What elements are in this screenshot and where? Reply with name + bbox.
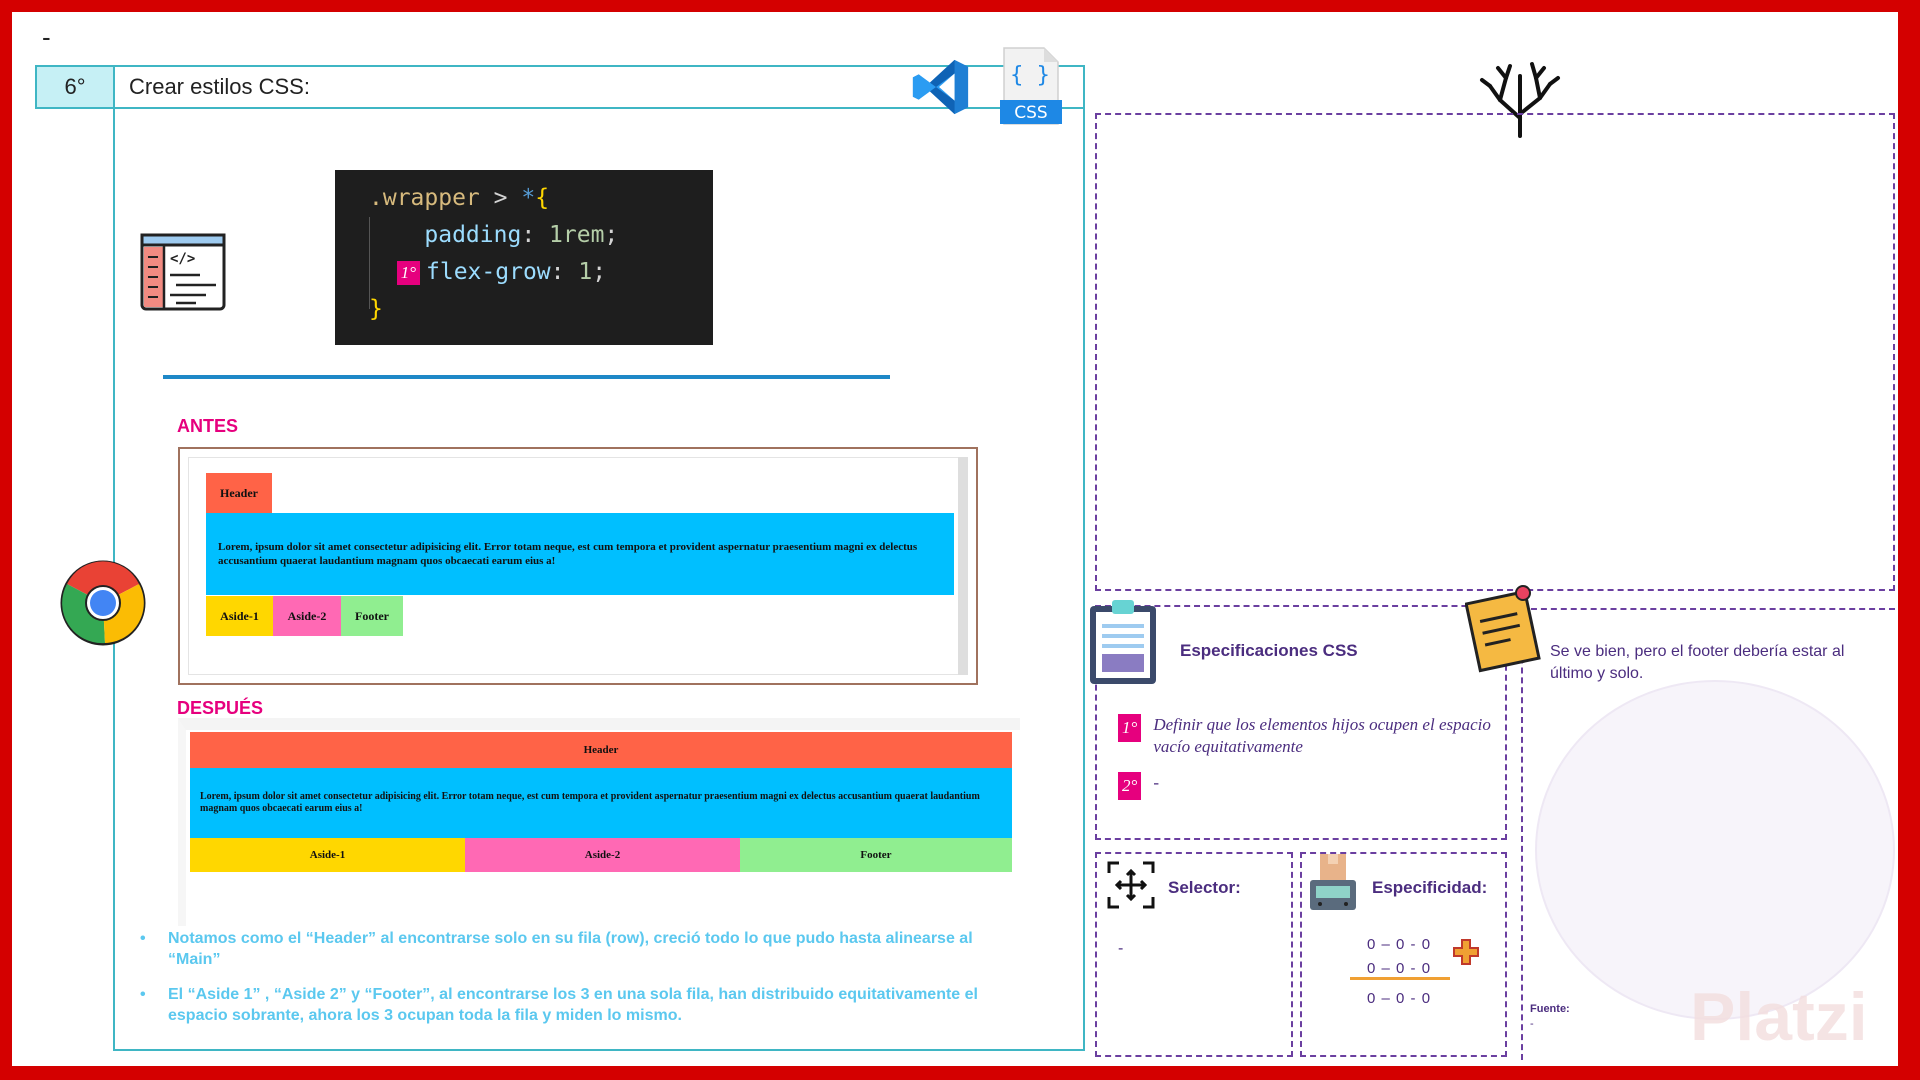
despues-label: DESPUÉS	[177, 698, 264, 718]
code-snippet: .wrapper > *{ padding: 1rem; 1° flex-grow…	[335, 170, 713, 345]
spec-text: Definir que los elementos hijos ocupen e…	[1153, 715, 1491, 756]
spec-item-2: 2° -	[1118, 772, 1159, 800]
observation-item: Notamos como el “Header” al encontrarse …	[140, 928, 1020, 970]
despues-footer: Footer	[740, 838, 1012, 872]
svg-text:{ }: { }	[1010, 63, 1050, 88]
divider-line	[163, 375, 890, 379]
antes-main: Lorem, ipsum dolor sit amet consectetur …	[206, 513, 954, 595]
diagram-area	[1095, 113, 1895, 591]
css-file-icon: { } CSS	[1000, 46, 1062, 126]
top-dash: -	[42, 22, 51, 52]
source-value: -	[1530, 1018, 1534, 1030]
spec-item-1: 1° Definir que los elementos hijos ocupe…	[1118, 714, 1498, 758]
specs-title: Especificaciones CSS	[1180, 641, 1358, 660]
code-star: *	[521, 185, 536, 211]
code-close-brace: }	[369, 296, 383, 322]
specificity-sum-line	[1350, 977, 1450, 980]
observations-list: Notamos como el “Header” al encontrarse …	[140, 928, 1020, 1040]
code-selector: .wrapper	[369, 185, 480, 211]
step-number: 6°	[37, 67, 115, 107]
spec-text: -	[1153, 773, 1159, 792]
code-val-flex-grow: 1	[578, 259, 593, 285]
chrome-icon	[60, 560, 146, 646]
specificity-title: Especificidad:	[1372, 878, 1488, 897]
selector-title: Selector:	[1168, 878, 1241, 897]
specificity-row: 0 – 0 - 0	[1367, 960, 1432, 977]
observation-item: El “Aside 1” , “Aside 2” y “Footer”, al …	[140, 984, 1020, 1026]
scale-icon	[1310, 854, 1356, 910]
code-val-padding: 1rem	[549, 222, 605, 248]
antes-scrollbar[interactable]	[958, 457, 968, 675]
despues-preview: Header Lorem, ipsum dolor sit amet conse…	[178, 718, 1020, 926]
despues-header: Header	[190, 732, 1012, 768]
despues-main: Lorem, ipsum dolor sit amet consectetur …	[190, 768, 1012, 838]
step-title: Crear estilos CSS:	[129, 74, 310, 99]
clipboard-icon	[1090, 600, 1156, 684]
sticky-note-icon	[1465, 585, 1541, 673]
code-combinator: >	[479, 185, 522, 211]
antes-aside-1: Aside-1	[206, 596, 273, 636]
specificity-row: 0 – 0 - 0	[1367, 936, 1432, 953]
selector-value: -	[1118, 940, 1124, 957]
watermark-illustration	[1535, 680, 1895, 1020]
svg-text:</>: </>	[170, 251, 195, 267]
code-open-brace: {	[535, 185, 550, 211]
note-text: Se ve bien, pero el footer debería estar…	[1550, 643, 1845, 682]
antes-aside-2: Aside-2	[273, 596, 341, 636]
source-label: Fuente:	[1530, 1003, 1570, 1015]
despues-aside-2: Aside-2	[465, 838, 740, 872]
antes-label: ANTES	[177, 416, 239, 436]
despues-aside-1: Aside-1	[190, 838, 465, 872]
plus-icon	[1453, 939, 1479, 965]
spec-badge: 1°	[1118, 714, 1142, 742]
code-prop-flex-grow: flex-grow	[426, 259, 551, 285]
code-prop-padding: padding	[424, 222, 522, 248]
antes-header: Header	[206, 473, 272, 513]
selector-icon	[1107, 861, 1155, 909]
spec-badge: 2°	[1118, 772, 1142, 800]
antes-footer: Footer	[341, 596, 403, 636]
platzi-watermark: Platzi	[1690, 979, 1868, 1055]
css-file-label: CSS	[1014, 103, 1047, 123]
code-window-icon: </>	[140, 233, 226, 311]
specificity-total: 0 – 0 - 0	[1367, 990, 1432, 1007]
code-badge-1: 1°	[396, 260, 421, 285]
vscode-icon	[912, 59, 969, 115]
antes-preview: Header Lorem, ipsum dolor sit amet conse…	[178, 447, 978, 685]
